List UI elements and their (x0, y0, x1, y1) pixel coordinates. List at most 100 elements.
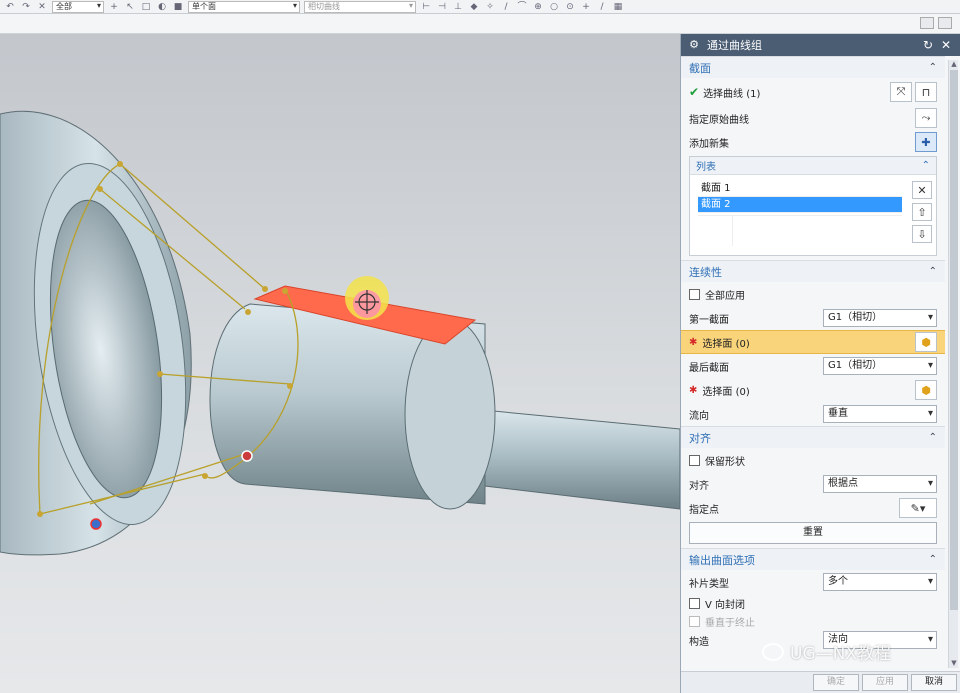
scroll-down-icon[interactable]: ▼ (949, 659, 959, 668)
select-face-first-label: 选择面 (0) (702, 338, 750, 350)
remove-item-button[interactable]: ✕ (912, 181, 932, 199)
box-select-icon[interactable]: □ (140, 2, 152, 12)
point-snap-icon[interactable]: ⊢ (420, 2, 432, 12)
v-closed-checkbox[interactable] (689, 597, 700, 609)
patch-type-dropdown[interactable]: 多个 (823, 573, 937, 591)
specify-origin-row[interactable]: 指定原始曲线 ⤳ (681, 106, 945, 130)
keep-shape-label: 保留形状 (705, 456, 745, 468)
graphics-viewport[interactable] (0, 34, 680, 693)
section-header-continuity[interactable]: 连续性 ⌃ (681, 260, 945, 282)
arc-icon[interactable]: ⌒ (516, 2, 528, 12)
ok-button[interactable]: 确定 (813, 674, 859, 691)
align-dropdown[interactable]: 根据点 (823, 475, 937, 493)
face-cube-icon[interactable]: ⬢ (915, 332, 937, 352)
existing-point-icon[interactable]: ✧ (484, 2, 496, 12)
section-header-output[interactable]: 输出曲面选项 ⌃ (681, 548, 945, 570)
apply-all-row[interactable]: 全部应用 (681, 282, 945, 306)
list-items: 截面 1 截面 2 (698, 181, 902, 213)
section-header-alignment[interactable]: 对齐 ⌃ (681, 426, 945, 448)
grid-icon[interactable]: ▦ (612, 2, 624, 12)
keep-shape-row[interactable]: 保留形状 (681, 448, 945, 472)
pointer-icon[interactable]: ↖ (124, 2, 136, 12)
reset-button[interactable]: 重置 (689, 522, 937, 544)
chevron-up-icon[interactable]: ⌃ (929, 432, 937, 443)
filter-select[interactable]: 全部 (52, 0, 104, 13)
first-section-dropdown[interactable]: G1（相切） (823, 309, 937, 327)
redo-icon[interactable]: ↷ (20, 2, 32, 12)
list-item[interactable]: 截面 2 (698, 197, 902, 213)
restore-window-icon[interactable] (920, 17, 934, 29)
reset-dialog-icon[interactable]: ↻ (920, 38, 936, 52)
list-item[interactable]: 截面 1 (698, 181, 902, 197)
cancel-button[interactable]: 取消 (911, 674, 957, 691)
align-label: 对齐 (689, 480, 709, 492)
origin-marker (241, 450, 253, 462)
first-section-row: 第一截面 G1（相切） (681, 306, 945, 330)
control-point-icon[interactable]: ⊥ (452, 2, 464, 12)
v-closed-label: V 向封闭 (705, 599, 746, 611)
intersection-icon[interactable]: ◆ (468, 2, 480, 12)
point-wand-icon[interactable]: ✎▾ (899, 498, 937, 518)
select-face-last-row[interactable]: ✱ 选择面 (0) ⬢ (681, 378, 945, 402)
normal-to-end-row: 垂直于终止 (681, 612, 945, 630)
deselect-icon[interactable]: ✕ (36, 2, 48, 12)
undo-icon[interactable]: ↶ (4, 2, 16, 12)
midpoint-snap-icon[interactable]: ⊣ (436, 2, 448, 12)
dialog-title-bar[interactable]: ⚙ 通过曲线组 ↻ ✕ (681, 34, 960, 56)
curve-rule-select[interactable]: 相切曲线 (304, 0, 416, 13)
check-icon: ✔ (689, 85, 700, 99)
list-title: 列表 (696, 162, 716, 173)
keep-shape-checkbox[interactable] (689, 454, 700, 466)
flow-direction-row: 流向 垂直 (681, 402, 945, 426)
dialog-scrollbar[interactable]: ▲ ▼ (948, 60, 958, 668)
dialog-body: 截面 ⌃ ✔ 选择曲线 (1) ⤧ ⊓ 指定原始曲线 ⤳ 添加新集 ✚ 列表 ⌃ (681, 56, 945, 671)
list-header[interactable]: 列表 ⌃ (690, 157, 936, 175)
snap-icon[interactable]: + (108, 2, 120, 12)
cube-icon[interactable]: ■ (172, 2, 184, 12)
tangent-icon[interactable]: ⊙ (564, 2, 576, 12)
chevron-up-icon[interactable]: ⌃ (929, 266, 937, 277)
circle-icon[interactable]: ○ (548, 2, 560, 12)
render-icon[interactable]: ◐ (156, 2, 168, 12)
move-down-button[interactable]: ⇩ (912, 225, 932, 243)
flow-direction-label: 流向 (689, 410, 709, 422)
line-icon[interactable]: / (500, 2, 512, 12)
chevron-up-icon[interactable]: ⌃ (929, 62, 937, 73)
close-window-icon[interactable] (938, 17, 952, 29)
v-closed-row[interactable]: V 向封闭 (681, 594, 945, 612)
top-toolbar: ↶ ↷ ✕ 全部 + ↖ □ ◐ ■ 单个面 相切曲线 ⊢ ⊣ ⊥ ◆ ✧ / … (0, 0, 960, 14)
chevron-up-icon[interactable]: ⌃ (922, 160, 930, 171)
curve-rule-button[interactable]: ⊓ (915, 82, 937, 102)
normal-to-end-label: 垂直于终止 (705, 617, 755, 629)
specify-point-label: 指定点 (689, 504, 719, 516)
flow-direction-dropdown[interactable]: 垂直 (823, 405, 937, 423)
last-section-dropdown[interactable]: G1（相切） (823, 357, 937, 375)
move-up-button[interactable]: ⇧ (912, 203, 932, 221)
required-star-icon: ✱ (689, 384, 698, 396)
normal-to-end-checkbox[interactable] (689, 615, 700, 627)
close-icon[interactable]: ✕ (938, 38, 954, 52)
end-point-icon[interactable]: / (596, 2, 608, 12)
select-curve-row[interactable]: ✔ 选择曲线 (1) ⤧ ⊓ (681, 78, 945, 106)
quadrant-icon[interactable]: ⊕ (532, 2, 544, 12)
dialog-title: 通过曲线组 (707, 39, 762, 52)
origin-curve-button[interactable]: ⤳ (915, 108, 937, 128)
perpendicular-icon[interactable]: + (580, 2, 592, 12)
section-header-section[interactable]: 截面 ⌃ (681, 56, 945, 78)
cylinder-end-face (404, 318, 496, 510)
align-row: 对齐 根据点 (681, 472, 945, 496)
select-curve-label: 选择曲线 (1) (703, 88, 761, 100)
face-cube-icon[interactable]: ⬢ (915, 380, 937, 400)
chevron-up-icon[interactable]: ⌃ (929, 554, 937, 565)
face-rule-select[interactable]: 单个面 (188, 0, 300, 13)
list-buttons: ✕ ⇧ ⇩ (912, 181, 932, 243)
apply-all-checkbox[interactable] (689, 288, 700, 300)
add-new-set-button[interactable]: ✚ (915, 132, 937, 152)
apply-button[interactable]: 应用 (862, 674, 908, 691)
add-new-set-row[interactable]: 添加新集 ✚ (681, 130, 945, 154)
select-face-first-row[interactable]: ✱ 选择面 (0) ⬢ (681, 330, 945, 354)
scroll-thumb[interactable] (950, 70, 958, 610)
deselect-curve-button[interactable]: ⤧ (890, 82, 912, 102)
scroll-up-icon[interactable]: ▲ (949, 60, 959, 69)
patch-type-row: 补片类型 多个 (681, 570, 945, 594)
